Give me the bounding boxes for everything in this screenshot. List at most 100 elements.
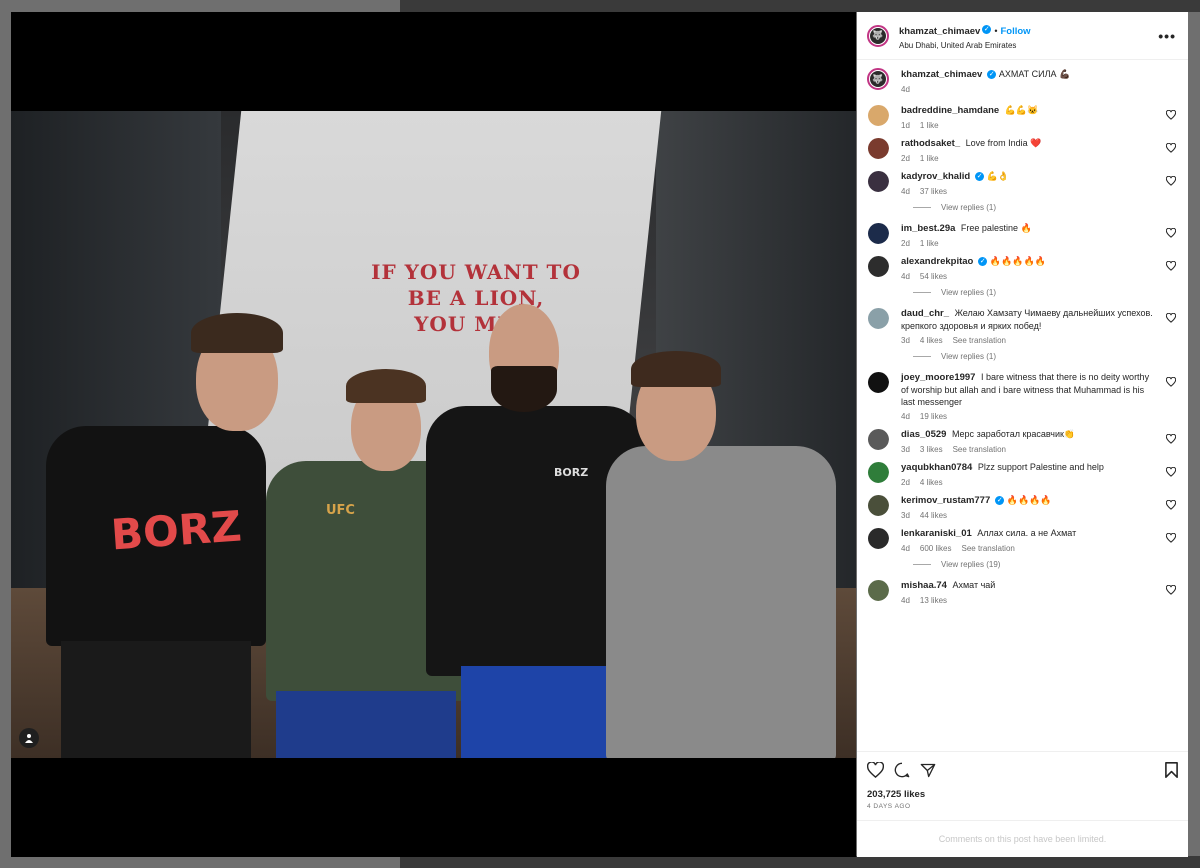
commenter-avatar-image <box>867 371 889 393</box>
view-replies-button[interactable]: View replies (1) <box>913 288 1178 297</box>
commenter-username[interactable]: yaqubkhan0784 <box>901 462 972 473</box>
comment-likes[interactable]: 4 likes <box>920 336 943 345</box>
wolf-icon: 🐺 <box>870 27 886 44</box>
comment-time[interactable]: 2d <box>901 478 910 487</box>
comment-time[interactable]: 4d <box>901 596 910 605</box>
caption-time[interactable]: 4d <box>901 85 910 94</box>
comment-text: Мерс заработал красавчик👏 <box>951 429 1076 439</box>
comment-likes[interactable]: 1 like <box>920 154 939 163</box>
commenter-avatar[interactable] <box>867 137 889 159</box>
commenter-avatar[interactable] <box>867 104 889 126</box>
commenter-username[interactable]: mishaa.74 <box>901 580 947 591</box>
commenter-username[interactable]: dias_0529 <box>901 429 946 440</box>
post-photo[interactable]: IF YOU WANT TO BE A LION, YOU MU... BORZ… <box>11 111 856 758</box>
commenter-avatar[interactable] <box>867 494 889 516</box>
comment-like-heart-icon[interactable] <box>1166 143 1176 153</box>
replies-line <box>913 356 931 357</box>
comment-like-heart-icon[interactable] <box>1166 110 1176 120</box>
caption-username[interactable]: khamzat_chimaev <box>901 69 982 80</box>
comment-likes[interactable]: 3 likes <box>920 445 943 454</box>
view-replies-button[interactable]: View replies (1) <box>913 203 1178 212</box>
more-options-button[interactable]: ••• <box>1158 28 1176 44</box>
author-avatar[interactable]: 🐺 <box>867 24 889 47</box>
comment-like-heart-icon[interactable] <box>1166 434 1176 444</box>
see-translation-link[interactable]: See translation <box>961 544 1014 553</box>
comment-like-heart-icon[interactable] <box>1166 228 1176 238</box>
follow-button[interactable]: Follow <box>1000 26 1030 37</box>
comment-row: dias_0529 Мерс заработал красавчик👏 3d 3… <box>867 428 1178 454</box>
commenter-avatar[interactable] <box>867 255 889 277</box>
comment-body: badreddine_hamdane 💪💪🐱 1d 1 like <box>901 104 1178 130</box>
comment-time[interactable]: 2d <box>901 239 910 248</box>
comment-likes[interactable]: 44 likes <box>920 511 947 520</box>
comment-time[interactable]: 4d <box>901 187 910 196</box>
comment-time[interactable]: 2d <box>901 154 910 163</box>
comment-body: daud_chr_ Желаю Хамзату Чимаеву дальнейш… <box>901 307 1178 345</box>
commenter-avatar[interactable] <box>867 428 889 450</box>
bookmark-icon[interactable] <box>1165 762 1178 778</box>
comment-row: alexandrekpitao ✓ 🔥🔥🔥🔥🔥 4d 54 likes <box>867 255 1178 281</box>
comment-likes[interactable]: 600 likes <box>920 544 952 553</box>
comment-likes[interactable]: 19 likes <box>920 412 947 421</box>
commenter-username[interactable]: badreddine_hamdane <box>901 105 999 116</box>
comment-like-heart-icon[interactable] <box>1166 533 1176 543</box>
commenter-avatar[interactable] <box>867 307 889 329</box>
commenter-avatar[interactable] <box>867 461 889 483</box>
comment-time[interactable]: 3d <box>901 336 910 345</box>
comment-row: kadyrov_khalid ✓ 💪👌 4d 37 likes <box>867 170 1178 196</box>
commenter-avatar[interactable] <box>867 371 889 393</box>
commenter-avatar[interactable] <box>867 527 889 549</box>
comments-list[interactable]: 🐺 khamzat_chimaev ✓ АХМАТ СИЛА 💪🏿 4d badr… <box>857 60 1188 751</box>
view-replies-button[interactable]: View replies (1) <box>913 352 1178 361</box>
comment-time[interactable]: 4d <box>901 412 910 421</box>
comment-like-heart-icon[interactable] <box>1166 176 1176 186</box>
commenter-username[interactable]: lenkaraniski_01 <box>901 528 972 539</box>
author-info: khamzat_chimaev ✓ • Follow Abu Dhabi, Unite… <box>899 21 1031 50</box>
comment-time[interactable]: 3d <box>901 445 910 454</box>
commenter-username[interactable]: joey_moore1997 <box>901 372 975 383</box>
post-location[interactable]: Abu Dhabi, United Arab Emirates <box>899 41 1031 50</box>
view-replies-label: View replies (1) <box>941 203 996 212</box>
commenter-username[interactable]: kadyrov_khalid <box>901 171 970 182</box>
user-tag-icon <box>25 734 33 743</box>
view-replies-button[interactable]: View replies (19) <box>913 560 1178 569</box>
share-icon[interactable] <box>920 763 936 778</box>
view-replies-label: View replies (1) <box>941 352 996 361</box>
comment-likes[interactable]: 4 likes <box>920 478 943 487</box>
commenter-username[interactable]: im_best.29a <box>901 223 955 234</box>
comment-likes[interactable]: 37 likes <box>920 187 947 196</box>
comment-likes[interactable]: 13 likes <box>920 596 947 605</box>
comment-time[interactable]: 4d <box>901 272 910 281</box>
comment-body: dias_0529 Мерс заработал красавчик👏 3d 3… <box>901 428 1178 454</box>
comment-like-heart-icon[interactable] <box>1166 377 1176 387</box>
comment-row: kerimov_rustam777 ✓ 🔥🔥🔥🔥 3d 44 likes <box>867 494 1178 520</box>
commenter-avatar[interactable] <box>867 579 889 601</box>
commenter-username[interactable]: rathodsaket_ <box>901 138 960 149</box>
commenter-username[interactable]: alexandrekpitao <box>901 256 973 267</box>
likes-count[interactable]: 203,725 likes <box>867 789 1178 800</box>
see-translation-link[interactable]: See translation <box>953 445 1006 454</box>
comment-time[interactable]: 1d <box>901 121 910 130</box>
author-username[interactable]: khamzat_chimaev <box>899 26 980 37</box>
comment-bubble-icon[interactable] <box>894 762 910 778</box>
like-heart-icon[interactable] <box>867 762 884 778</box>
caption-author-avatar[interactable]: 🐺 <box>867 68 889 90</box>
comment-like-heart-icon[interactable] <box>1166 500 1176 510</box>
photo-shirt-print-2: UFC <box>326 503 355 518</box>
background-feed-bottom <box>400 856 1200 868</box>
comment-likes[interactable]: 1 like <box>920 239 939 248</box>
commenter-username[interactable]: kerimov_rustam777 <box>901 495 990 506</box>
comment-likes[interactable]: 1 like <box>920 121 939 130</box>
comment-time[interactable]: 3d <box>901 511 910 520</box>
commenter-avatar[interactable] <box>867 170 889 192</box>
commenter-avatar[interactable] <box>867 222 889 244</box>
see-translation-link[interactable]: See translation <box>953 336 1006 345</box>
comment-like-heart-icon[interactable] <box>1166 467 1176 477</box>
comment-likes[interactable]: 54 likes <box>920 272 947 281</box>
user-tag-button[interactable] <box>19 728 39 748</box>
comment-time[interactable]: 4d <box>901 544 910 553</box>
commenter-username[interactable]: daud_chr_ <box>901 308 949 319</box>
comment-like-heart-icon[interactable] <box>1166 585 1176 595</box>
comment-like-heart-icon[interactable] <box>1166 261 1176 271</box>
comment-like-heart-icon[interactable] <box>1166 313 1176 323</box>
